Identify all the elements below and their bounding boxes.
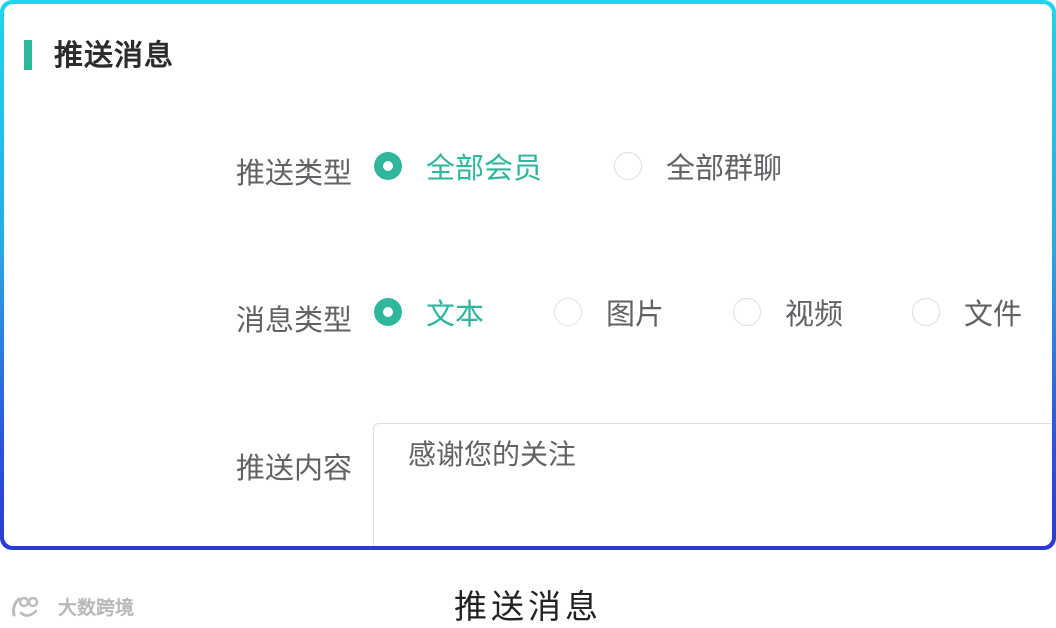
radio-label: 文件 bbox=[964, 297, 1023, 331]
card-title: 推送消息 bbox=[54, 38, 175, 72]
radio-file[interactable]: 文件 bbox=[912, 292, 1022, 332]
message-type-label: 消息类型 bbox=[235, 303, 352, 337]
radio-unchecked-icon bbox=[733, 298, 761, 326]
image-caption: 推送消息 bbox=[454, 587, 602, 626]
radio-image[interactable]: 图片 bbox=[554, 292, 664, 332]
push-content-label: 推送内容 bbox=[235, 451, 352, 485]
radio-checked-icon bbox=[374, 152, 402, 180]
radio-label: 文本 bbox=[426, 297, 485, 331]
push-content-value: 感谢您的关注 bbox=[408, 438, 577, 471]
push-message-card-frame: 推送消息 推送类型 全部会员 全部群聊 消息类型 文本 图片 视频 文件 推送内… bbox=[0, 0, 1056, 550]
radio-all-groups[interactable]: 全部群聊 bbox=[614, 146, 782, 186]
radio-label: 全部会员 bbox=[426, 151, 543, 185]
radio-unchecked-icon bbox=[614, 152, 642, 180]
radio-label: 视频 bbox=[785, 297, 844, 331]
radio-checked-icon bbox=[374, 298, 402, 326]
radio-text[interactable]: 文本 bbox=[374, 292, 484, 332]
radio-video[interactable]: 视频 bbox=[733, 292, 843, 332]
radio-unchecked-icon bbox=[554, 298, 582, 326]
radio-all-members[interactable]: 全部会员 bbox=[374, 146, 542, 186]
push-content-textarea[interactable]: 感谢您的关注 bbox=[373, 423, 1052, 546]
radio-label: 全部群聊 bbox=[666, 151, 783, 185]
radio-unchecked-icon bbox=[912, 298, 940, 326]
push-type-label: 推送类型 bbox=[235, 156, 352, 190]
title-accent-bar bbox=[24, 40, 32, 70]
push-message-card: 推送消息 推送类型 全部会员 全部群聊 消息类型 文本 图片 视频 文件 推送内… bbox=[4, 4, 1052, 546]
radio-label: 图片 bbox=[606, 297, 665, 331]
